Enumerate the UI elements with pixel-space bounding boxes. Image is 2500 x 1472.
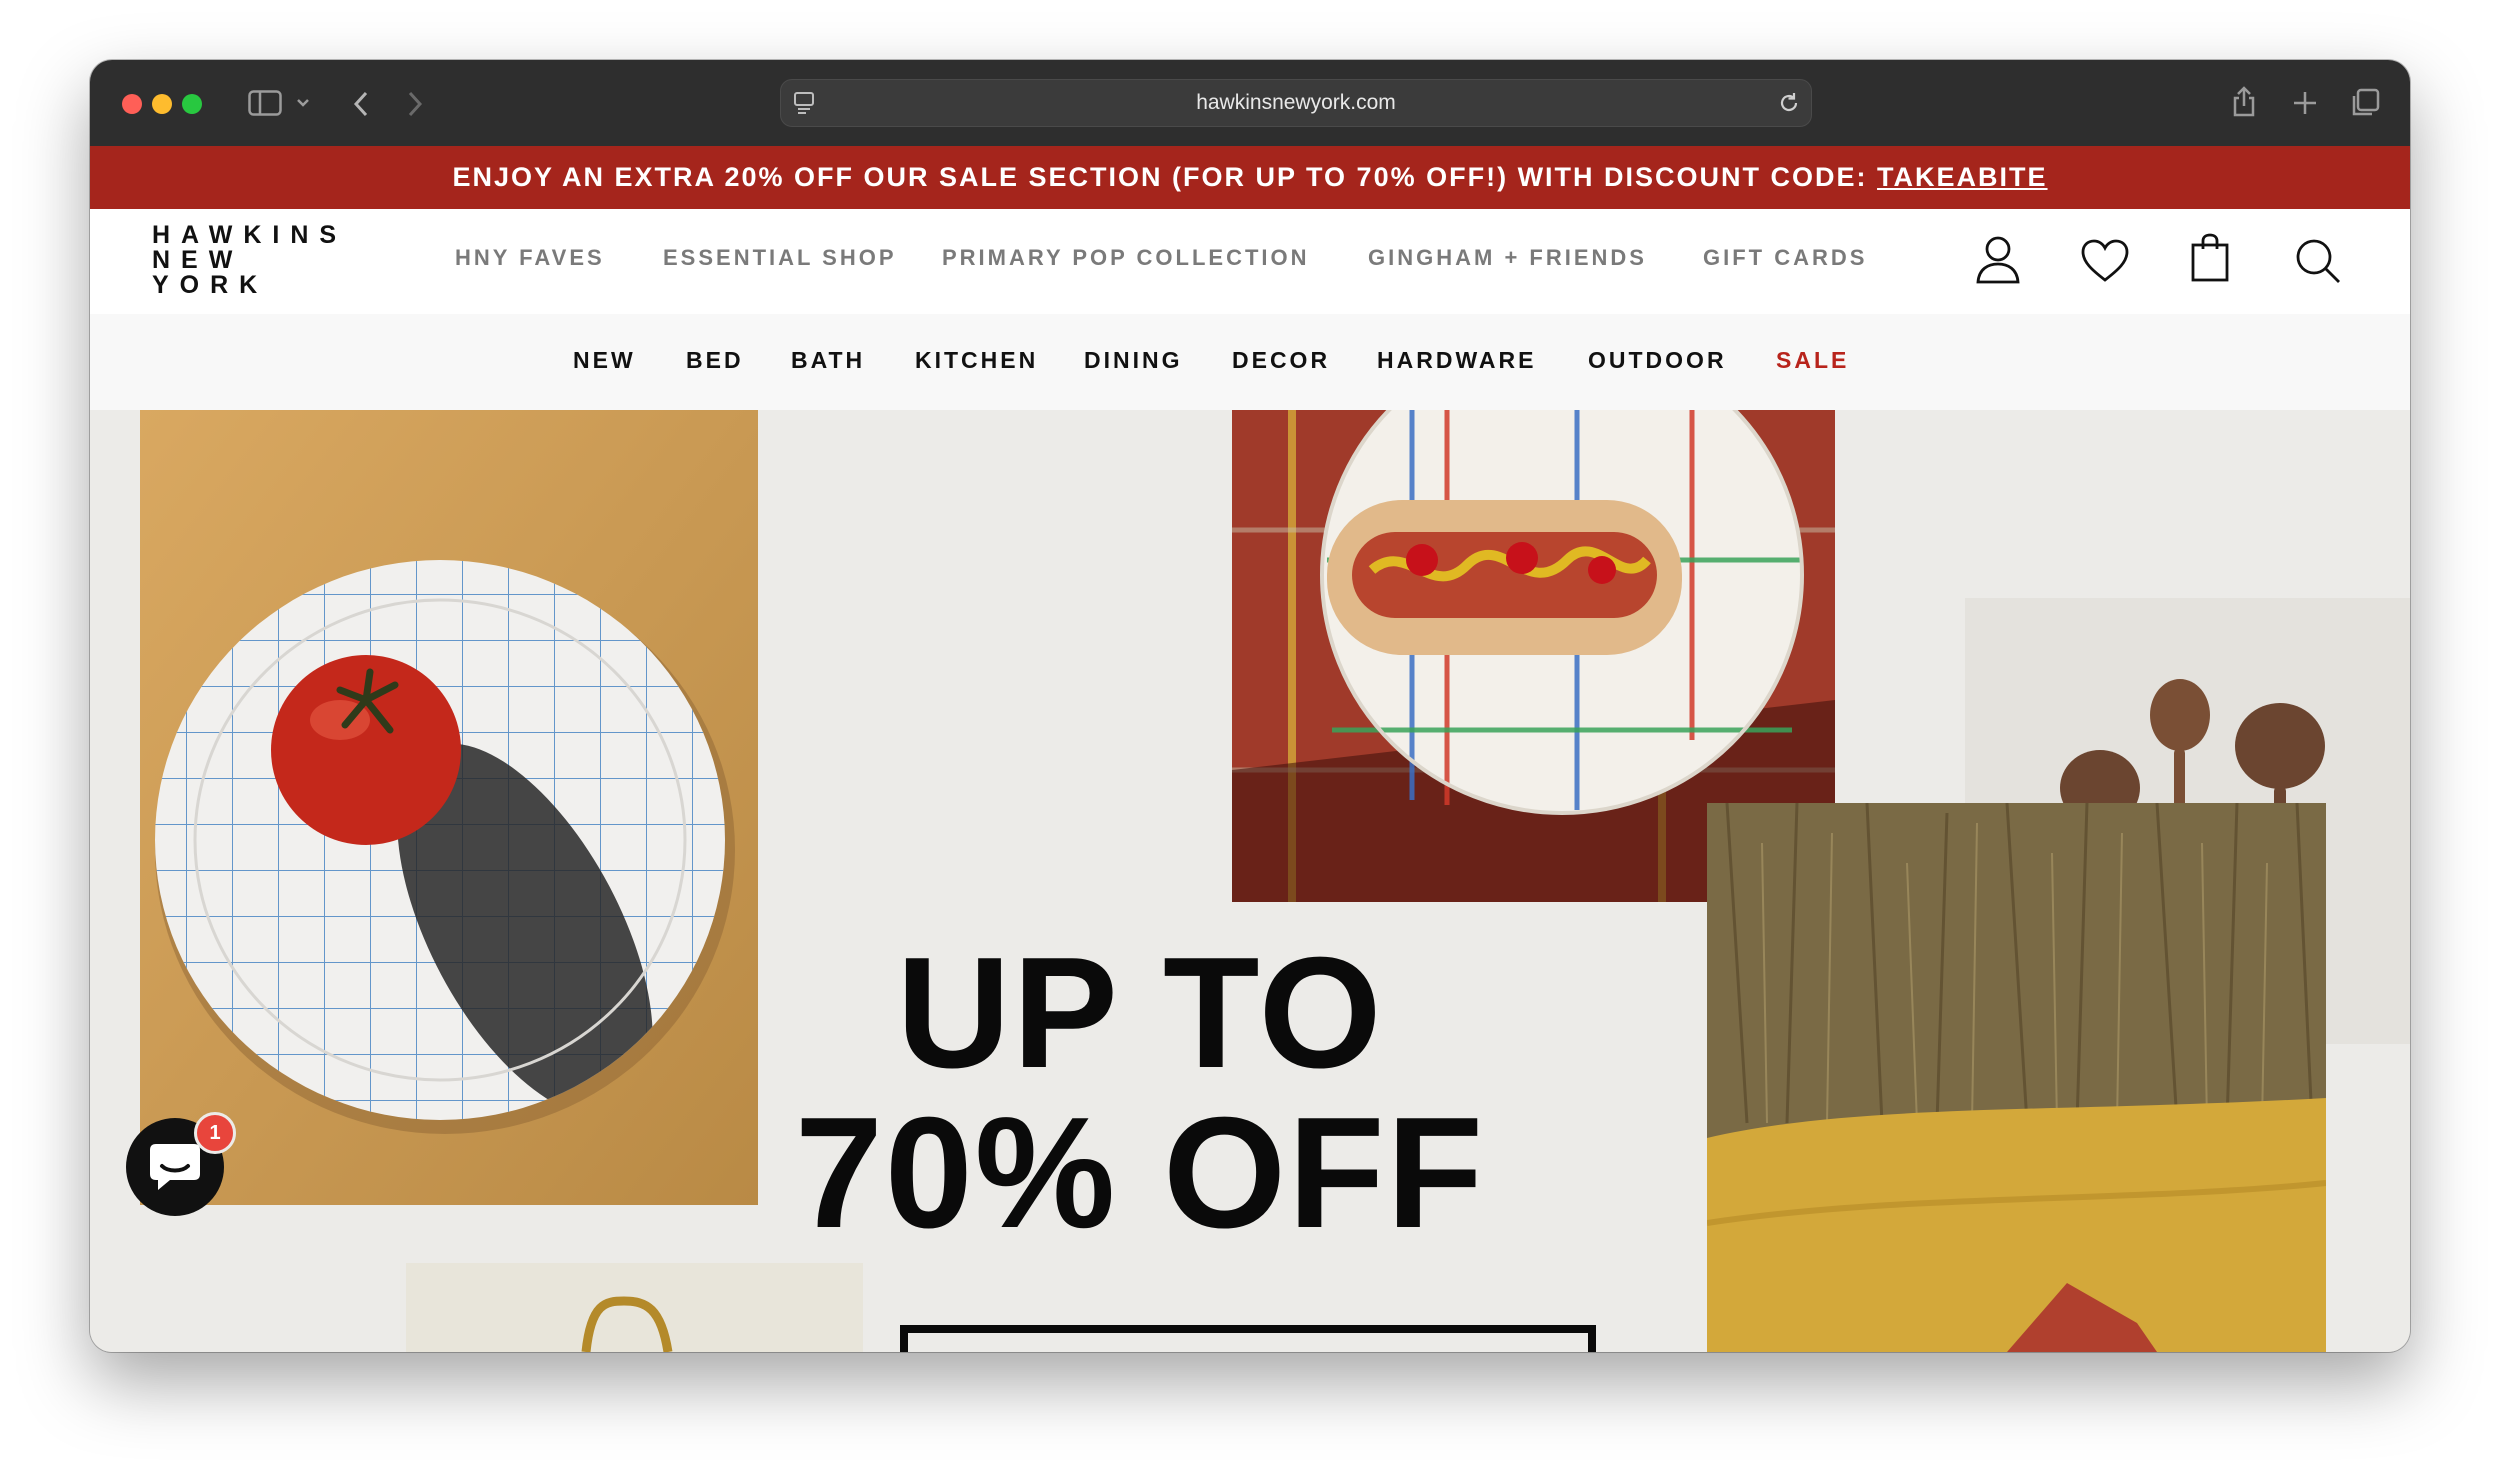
hero-headline-line-2: 70% OFF — [794, 1085, 1486, 1261]
promo-banner: ENJOY AN EXTRA 20% OFF OUR SALE SECTION … — [90, 146, 2410, 209]
category-hardware[interactable]: HARDWARE — [1377, 347, 1536, 374]
shopping-bag-icon[interactable] — [2190, 233, 2230, 283]
top-nav-primary-pop-collection[interactable]: PRIMARY POP COLLECTION — [942, 245, 1310, 271]
sidebar-icon[interactable] — [248, 90, 282, 116]
wishlist-heart-icon[interactable] — [2080, 239, 2130, 283]
top-nav-gingham-friends[interactable]: GINGHAM + FRIENDS — [1368, 245, 1647, 271]
category-decor[interactable]: DECOR — [1232, 347, 1330, 374]
category-bath[interactable]: BATH — [791, 347, 865, 374]
category-sale[interactable]: SALE — [1776, 347, 1849, 374]
logo-line-2: NEW — [152, 246, 244, 274]
hero-headline-line-1: UP TO — [896, 925, 1384, 1101]
category-nav: NEW BED BATH KITCHEN DINING DECOR HARDWA… — [90, 314, 2410, 410]
share-icon[interactable] — [2230, 86, 2258, 118]
chevron-down-icon[interactable] — [296, 98, 310, 108]
tabs-overview-icon[interactable] — [2350, 88, 2380, 118]
tomato-plate-image[interactable] — [140, 410, 758, 1205]
search-icon[interactable] — [2294, 237, 2342, 285]
top-nav-hny-faves[interactable]: HNY FAVES — [455, 245, 605, 271]
top-nav-gift-cards[interactable]: GIFT CARDS — [1703, 245, 1867, 271]
account-icon[interactable] — [1975, 235, 2021, 285]
logo-line-3: YORK — [152, 271, 269, 299]
hero-sale-banner[interactable]: UP TO 70% OFF — [90, 410, 2410, 1352]
category-new[interactable]: NEW — [573, 347, 636, 374]
promo-text: ENJOY AN EXTRA 20% OFF OUR SALE SECTION … — [452, 162, 1878, 192]
address-bar[interactable]: hawkinsnewyork.com — [780, 79, 1812, 127]
tote-bag-image[interactable] — [406, 1263, 863, 1352]
shop-sale-button[interactable] — [900, 1325, 1596, 1352]
logo-line-1: HAWKINS — [152, 221, 348, 249]
site-header: HAWKINS NEW YORK HNY FAVES ESSENTIAL SHO… — [90, 209, 2410, 315]
discount-code-link[interactable]: TAKEABITE — [1877, 162, 2048, 192]
category-dining[interactable]: DINING — [1084, 347, 1183, 374]
category-kitchen[interactable]: KITCHEN — [915, 347, 1038, 374]
minimize-window-button[interactable] — [152, 94, 172, 114]
url-text[interactable]: hawkinsnewyork.com — [781, 91, 1811, 115]
browser-toolbar: hawkinsnewyork.com — [90, 60, 2410, 146]
site-logo[interactable]: HAWKINS NEW YORK — [152, 223, 347, 298]
chat-notification-badge: 1 — [194, 1112, 236, 1154]
forward-icon[interactable] — [406, 90, 424, 118]
top-nav-essential-shop[interactable]: ESSENTIAL SHOP — [663, 245, 897, 271]
new-tab-icon[interactable] — [2292, 90, 2318, 116]
picnic-blanket-image[interactable] — [1707, 803, 2326, 1352]
reload-icon[interactable] — [1777, 91, 1801, 115]
back-icon[interactable] — [352, 90, 370, 118]
category-bed[interactable]: BED — [686, 347, 744, 374]
chat-icon — [150, 1144, 200, 1190]
close-window-button[interactable] — [122, 94, 142, 114]
zoom-window-button[interactable] — [182, 94, 202, 114]
category-outdoor[interactable]: OUTDOOR — [1588, 347, 1727, 374]
browser-window: hawkinsnewyork.com ENJOY AN EXTRA 20% OF… — [90, 60, 2410, 1352]
